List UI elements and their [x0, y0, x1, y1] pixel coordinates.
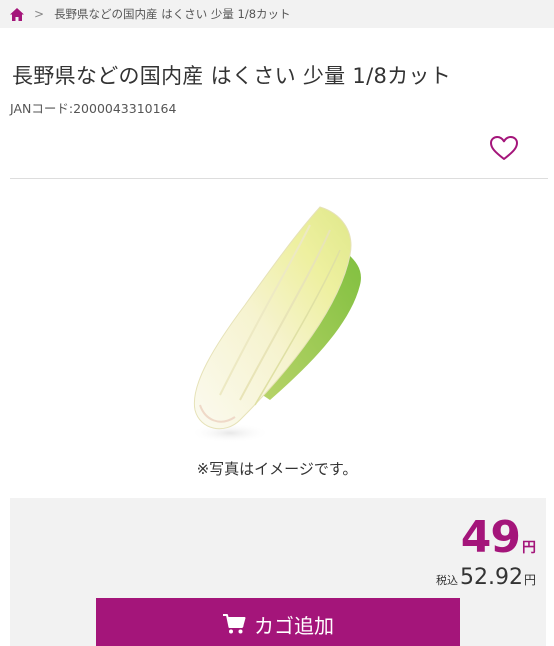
- price-currency: 円: [522, 540, 536, 556]
- product-page: > 長野県などの国内産 はくさい 少量 1/8カット 長野県などの国内産 はくさ…: [0, 0, 554, 646]
- image-note: ※写真はイメージです。: [196, 460, 358, 478]
- favorite-button[interactable]: [487, 135, 521, 165]
- cart-icon: [222, 613, 246, 635]
- tax-label: 税込: [436, 574, 458, 587]
- price-tax-included: 税込 52.92 円: [436, 565, 536, 590]
- product-title: 長野県などの国内産 はくさい 少量 1/8カット: [12, 64, 452, 88]
- add-to-cart-label: カゴ追加: [254, 613, 334, 638]
- heart-icon: [489, 135, 519, 165]
- add-to-cart-button[interactable]: カゴ追加: [96, 598, 460, 646]
- divider: [10, 178, 548, 179]
- home-icon[interactable]: [10, 7, 24, 21]
- jan-code: JANコード:2000043310164: [10, 101, 177, 116]
- breadcrumb-separator: >: [34, 7, 45, 21]
- tax-value: 52.92: [460, 565, 523, 590]
- price-value: 49: [460, 512, 521, 563]
- price: 49 円: [461, 512, 536, 563]
- breadcrumb: > 長野県などの国内産 はくさい 少量 1/8カット: [0, 0, 554, 28]
- product-image: [160, 195, 390, 455]
- tax-currency: 円: [523, 573, 536, 587]
- breadcrumb-current: 長野県などの国内産 はくさい 少量 1/8カット: [54, 7, 291, 21]
